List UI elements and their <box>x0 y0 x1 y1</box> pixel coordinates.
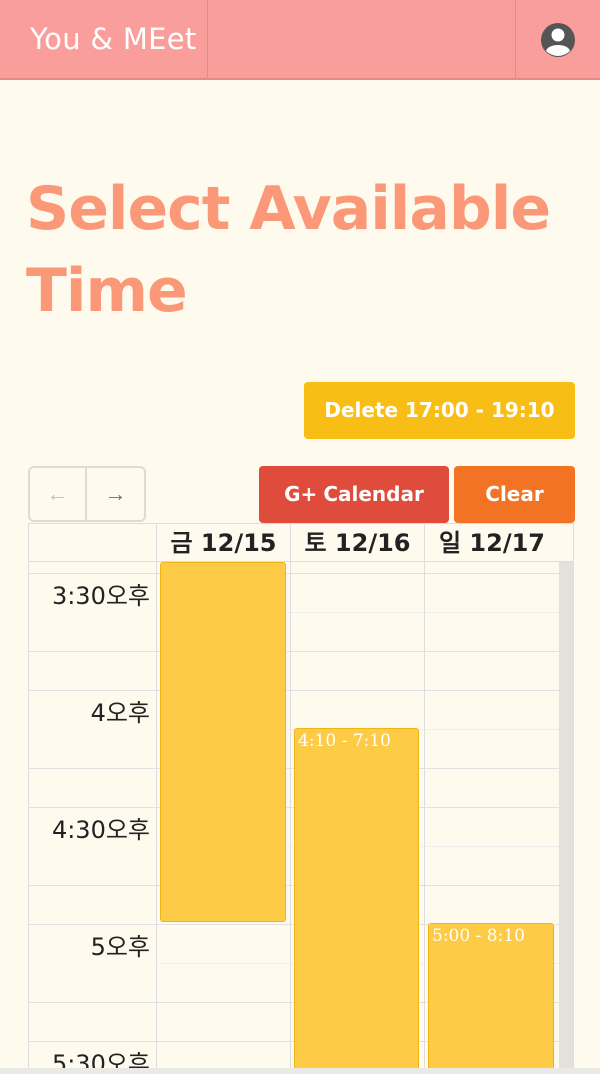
day-header: 일 12/17 <box>424 524 559 561</box>
grid-line <box>29 651 559 652</box>
arrow-left-icon[interactable]: ← <box>30 468 87 520</box>
delete-range-button[interactable]: Delete 17:00 - 19:10 <box>304 382 575 439</box>
time-label: 4:30오후 <box>51 816 150 844</box>
bottom-edge <box>0 1068 600 1074</box>
availability-block[interactable]: 5:00 - 8:10 <box>428 923 554 1074</box>
day-header: 토 12/16 <box>290 524 424 561</box>
user-menu[interactable] <box>515 0 600 78</box>
brand-logo[interactable]: You & MEet <box>0 0 208 78</box>
day-header: 금 12/15 <box>156 524 290 561</box>
google-calendar-label: Calendar <box>323 482 424 506</box>
clear-button[interactable]: Clear <box>454 466 575 523</box>
grid-column-line <box>156 562 157 1074</box>
arrow-right-icon[interactable]: → <box>87 468 144 520</box>
time-label: 5오후 <box>90 933 150 961</box>
navbar: You & MEet <box>0 0 600 80</box>
page-title: Select Available Time <box>26 174 551 326</box>
grid-line <box>29 690 559 691</box>
time-label: 4오후 <box>90 699 150 727</box>
calendar-grid[interactable]: 금 12/15 토 12/16 일 12/17 3:30오후 4오후 4:30오… <box>28 523 574 1074</box>
week-navigation: ← → <box>28 466 146 522</box>
calendar-scrollbar[interactable] <box>559 562 573 1074</box>
user-avatar-icon[interactable] <box>540 22 576 58</box>
grid-column-line <box>290 562 291 1074</box>
availability-block[interactable]: 4:10 - 7:10 <box>294 728 419 1074</box>
calendar-header: 금 12/15 토 12/16 일 12/17 <box>29 524 573 562</box>
google-plus-icon: G+ <box>284 482 318 506</box>
grid-column-line <box>424 562 425 1074</box>
google-calendar-button[interactable]: G+ Calendar <box>259 466 449 523</box>
availability-block[interactable] <box>160 562 286 922</box>
time-label: 3:30오후 <box>51 582 150 610</box>
grid-line <box>29 573 559 574</box>
